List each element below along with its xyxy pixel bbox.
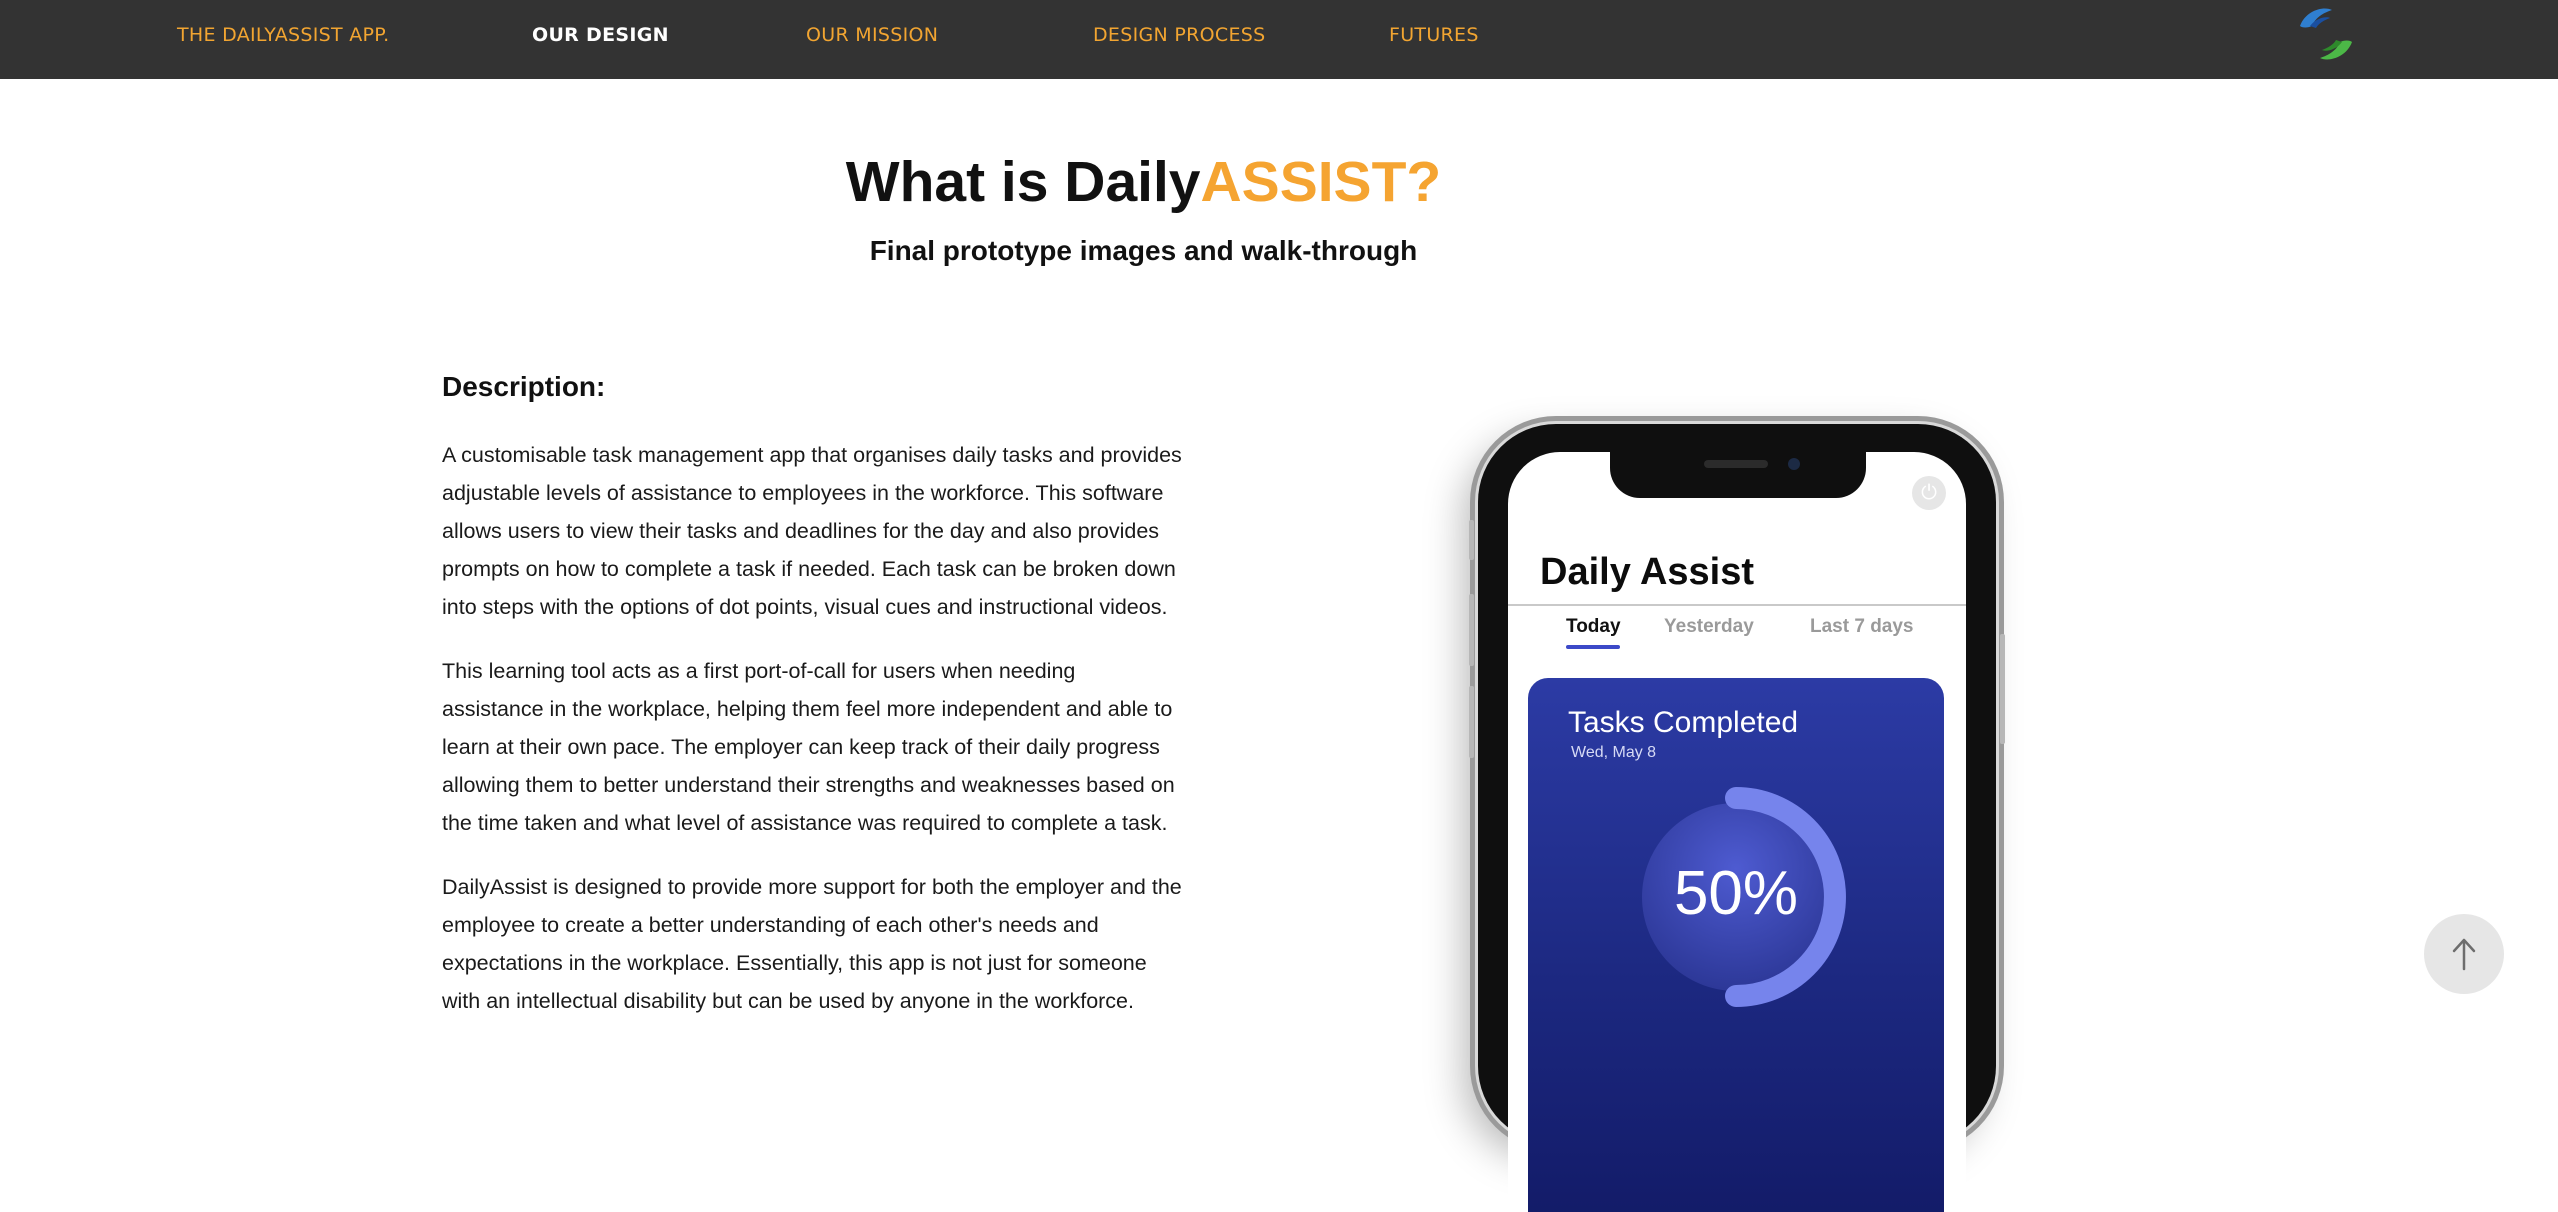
- back-to-top-button[interactable]: [2424, 914, 2504, 994]
- app-title: Daily Assist: [1540, 551, 1755, 593]
- page-title-prefix: What is Daily: [845, 150, 1201, 214]
- phone-side-button: [2000, 634, 2005, 744]
- page-title-accent: ASSIST?: [1200, 150, 1442, 214]
- phone-speaker: [1704, 460, 1768, 468]
- phone-volume-up-button: [1469, 594, 1474, 666]
- description-paragraph: A customisable task management app that …: [442, 443, 1182, 619]
- twin-swoosh-logo-icon[interactable]: [2296, 4, 2356, 66]
- page-title: What is DailyASSIST?: [0, 148, 2287, 216]
- card-date: Wed, May 8: [1571, 744, 1657, 761]
- nav-link-design-process[interactable]: DESIGN PROCESS: [1093, 24, 1265, 46]
- description-body: A customisable task management app that …: [442, 436, 1182, 1046]
- power-icon[interactable]: ⏻: [1912, 476, 1946, 510]
- tasks-completed-card[interactable]: Tasks Completed Wed, May 8 50%: [1528, 678, 1944, 1212]
- tab-divider: [1508, 604, 1966, 606]
- active-tab-indicator: [1566, 645, 1620, 649]
- phone-mockup: ⏻ Daily Assist Today Yesterday Last 7 da…: [1469, 424, 2005, 1212]
- phone-notch: [1610, 452, 1866, 498]
- tab-last-7-days[interactable]: Last 7 days: [1810, 616, 1914, 638]
- phone-volume-down-button: [1469, 686, 1474, 758]
- progress-value: 50%: [1673, 859, 1799, 928]
- top-navigation: THE DAILYASSIST APP. OUR DESIGN OUR MISS…: [0, 0, 2558, 79]
- phone-camera: [1788, 458, 1800, 470]
- phone-screen: ⏻ Daily Assist Today Yesterday Last 7 da…: [1508, 452, 1966, 1212]
- tab-yesterday[interactable]: Yesterday: [1664, 616, 1754, 638]
- description-paragraph: This learning tool acts as a first port-…: [442, 659, 1175, 835]
- tab-today[interactable]: Today: [1566, 616, 1621, 638]
- arrow-up-icon: [2452, 938, 2476, 971]
- description-paragraph: DailyAssist is designed to provide more …: [442, 875, 1182, 1013]
- phone-mute-switch: [1469, 520, 1474, 560]
- page-subtitle: Final prototype images and walk-through: [869, 235, 1418, 266]
- card-title: Tasks Completed: [1568, 706, 1799, 739]
- nav-link-our-design[interactable]: OUR DESIGN: [532, 24, 669, 46]
- description-heading: Description:: [442, 371, 606, 402]
- nav-link-the-dailyassist-app[interactable]: THE DAILYASSIST APP.: [177, 24, 389, 46]
- nav-link-our-mission[interactable]: OUR MISSION: [806, 24, 938, 46]
- nav-link-futures[interactable]: FUTURES: [1389, 24, 1479, 46]
